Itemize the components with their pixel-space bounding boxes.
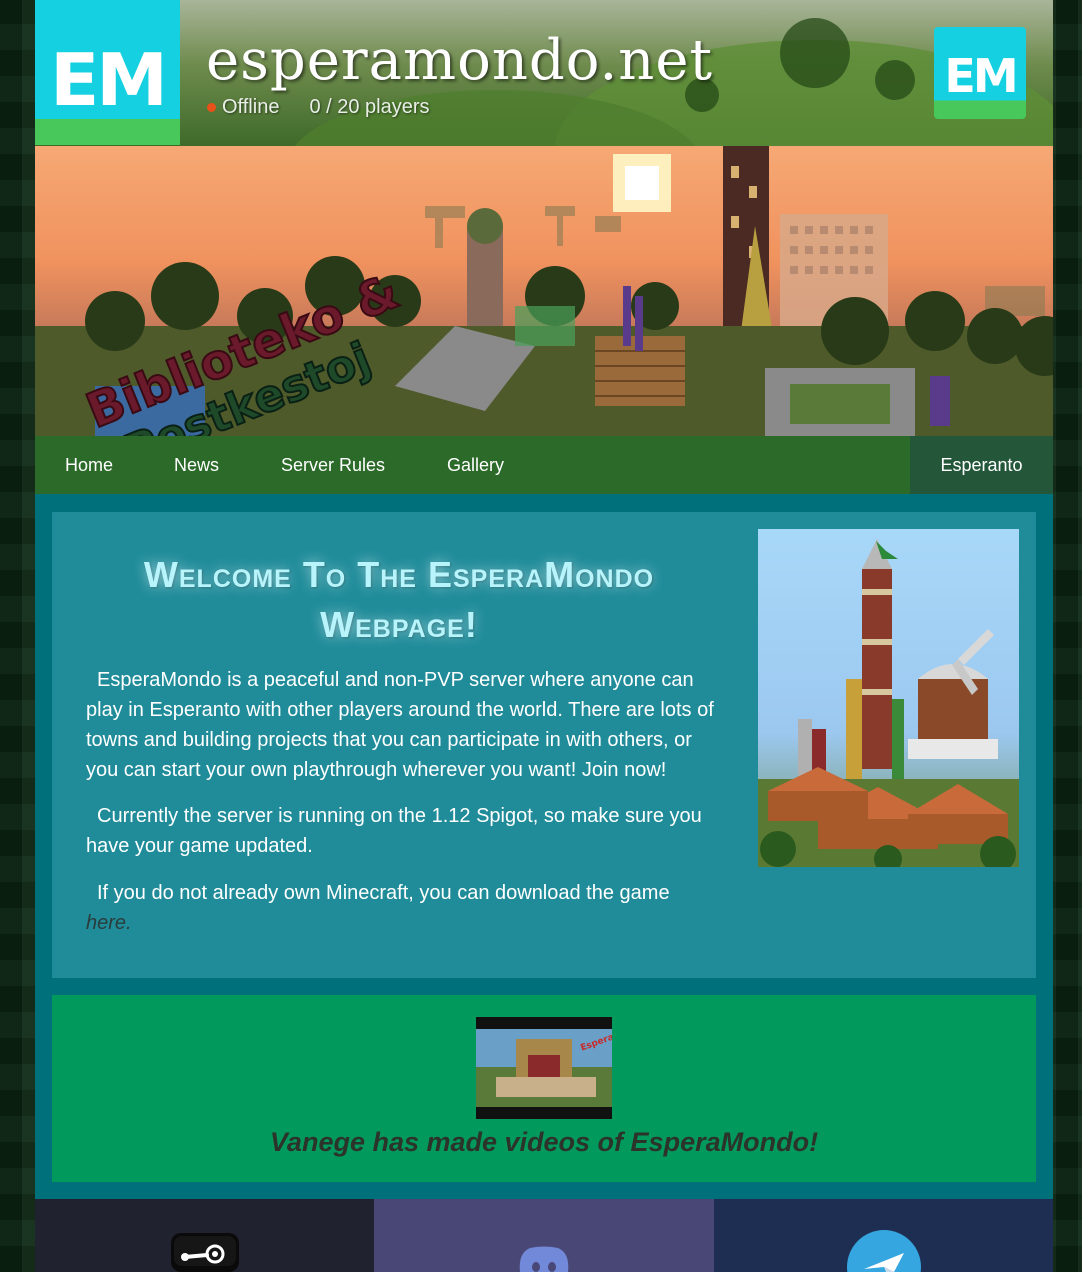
minecraft-town-illustration: Biblioteko & Postkestoj	[35, 146, 1053, 436]
videos-caption[interactable]: Vanege has made videos of EsperaMondo!	[52, 1127, 1036, 1158]
nav-item-gallery[interactable]: Gallery	[447, 436, 504, 494]
welcome-paragraph-2: Currently the server is running on the 1…	[86, 805, 702, 857]
player-count: 0 / 20 players	[309, 96, 430, 118]
videos-panel: Esperanto Vanege has made videos of Espe…	[52, 995, 1036, 1182]
social-discord[interactable]	[374, 1199, 714, 1272]
status-dot-icon	[207, 103, 216, 113]
steam-icon	[171, 1233, 239, 1272]
main-nav: Home News Server Rules Gallery Esperanto	[35, 436, 1053, 494]
nav-item-news[interactable]: News	[174, 436, 219, 494]
page: EM esperamondo.net Offline 0 / 20 players…	[35, 0, 1053, 1272]
server-status: Offline 0 / 20 players	[207, 96, 430, 119]
telegram-icon	[846, 1230, 921, 1272]
welcome-title: Welcome To The EsperaMondo Webpage!	[143, 554, 655, 645]
logo-text: EM	[50, 38, 168, 122]
video-thumbnail[interactable]: Esperanto	[476, 1017, 612, 1119]
background-tree	[780, 18, 850, 88]
hero-banner: Biblioteko & Postkestoj	[35, 146, 1053, 436]
welcome-panel: Welcome To The EsperaMondo Webpage! Espe…	[52, 512, 1036, 978]
logo-text-small: EM	[944, 49, 1018, 103]
site-title[interactable]: esperamondo.net	[206, 28, 713, 93]
social-steam[interactable]	[35, 1199, 375, 1272]
download-link[interactable]: here.	[86, 912, 132, 934]
welcome-paragraph-1: EsperaMondo is a peaceful and non-PVP se…	[86, 669, 714, 781]
welcome-paragraph-3: If you do not already own Minecraft, you…	[86, 878, 722, 938]
discord-icon	[519, 1246, 569, 1272]
language-selector[interactable]: Esperanto	[910, 436, 1053, 494]
tower-illustration	[758, 539, 1019, 867]
background-tree	[875, 60, 915, 100]
social-telegram[interactable]	[714, 1199, 1053, 1272]
site-logo[interactable]: EM	[35, 0, 180, 145]
tower-screenshot[interactable]	[758, 529, 1019, 867]
download-text: If you do not already own Minecraft, you…	[97, 882, 670, 904]
status-text: Offline	[222, 96, 280, 118]
site-logo-small[interactable]: EM	[934, 27, 1026, 119]
site-header: EM esperamondo.net Offline 0 / 20 players…	[35, 0, 1053, 146]
video-thumbnail-image: Esperanto	[476, 1017, 612, 1119]
nav-item-home[interactable]: Home	[65, 436, 113, 494]
nav-item-server-rules[interactable]: Server Rules	[281, 436, 385, 494]
